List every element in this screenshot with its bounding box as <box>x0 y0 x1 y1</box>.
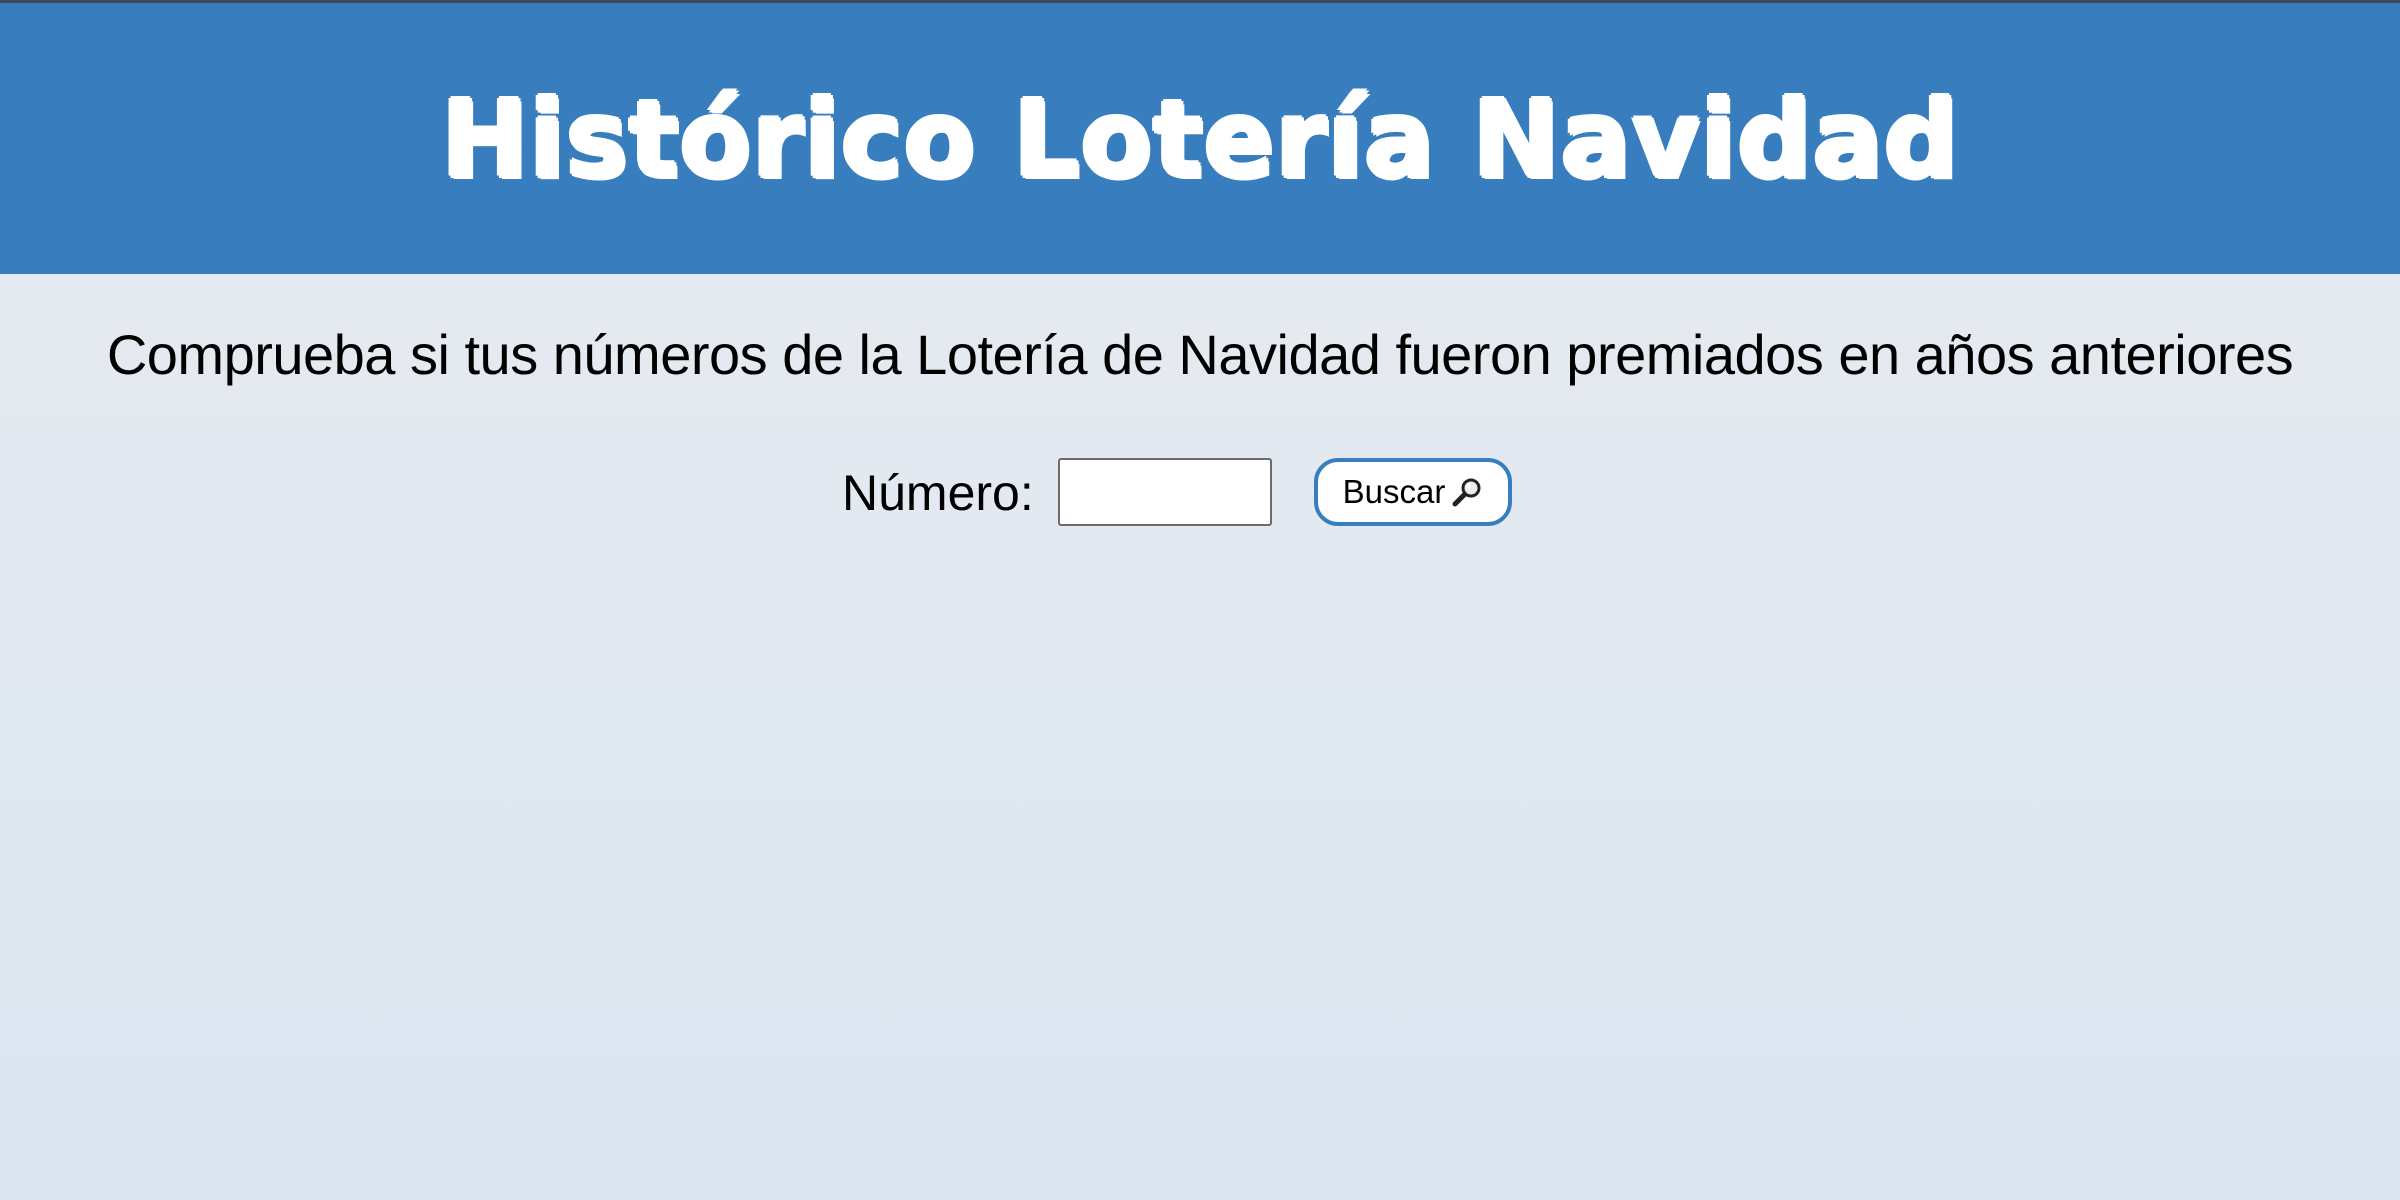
magnifying-glass-icon <box>1451 476 1483 508</box>
number-label: Número: <box>842 465 1034 521</box>
search-form: Número: Buscar <box>0 458 2400 528</box>
search-button[interactable]: Buscar <box>1314 458 1512 526</box>
page-subtitle: Comprueba si tus números de la Lotería d… <box>106 323 2294 386</box>
number-input[interactable] <box>1058 458 1272 526</box>
search-button-label: Buscar <box>1342 473 1446 510</box>
site-header: Histórico Lotería Navidad <box>0 3 2400 274</box>
page-title: Histórico Lotería Navidad <box>440 76 1960 201</box>
